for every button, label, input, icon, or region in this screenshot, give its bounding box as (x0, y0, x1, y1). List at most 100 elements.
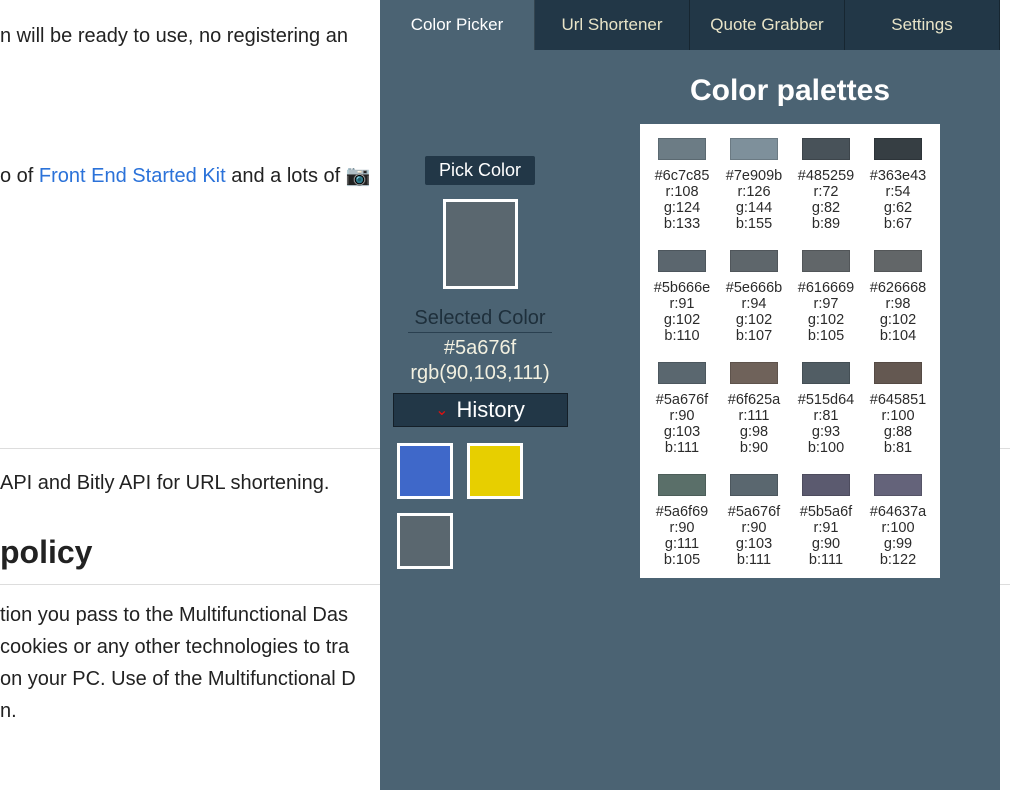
palette-r: r:90 (670, 408, 695, 424)
palette-b: b:111 (665, 440, 699, 456)
history-swatch[interactable] (397, 513, 453, 569)
palette-chip (802, 474, 850, 496)
palette-r: r:90 (670, 520, 695, 536)
palette-chip (658, 138, 706, 160)
palette-chip (874, 474, 922, 496)
palette-r: r:100 (881, 520, 914, 536)
palette-r: r:98 (886, 296, 911, 312)
palette-g: g:93 (812, 424, 840, 440)
palette-b: b:89 (812, 216, 840, 232)
palette-g: g:62 (884, 200, 912, 216)
palette-g: g:82 (812, 200, 840, 216)
pick-color-button[interactable]: Pick Color (425, 156, 535, 185)
palettes-grid: #6c7c85r:108g:124b:133#7e909br:126g:144b… (640, 124, 940, 578)
palette-chip (730, 138, 778, 160)
palette-cell[interactable]: #645851r:100g:88b:81 (864, 362, 932, 456)
palette-hex: #5e666b (726, 280, 782, 296)
palette-g: g:144 (736, 200, 772, 216)
palette-cell[interactable]: #5b666er:91g:102b:110 (648, 250, 716, 344)
palette-b: b:155 (736, 216, 772, 232)
palette-cell[interactable]: #363e43r:54g:62b:67 (864, 138, 932, 232)
palette-r: r:111 (739, 408, 770, 424)
palette-hex: #5b5a6f (800, 504, 852, 520)
panel-body: Pick Color Selected Color #5a676f rgb(90… (380, 50, 1000, 790)
palette-b: b:111 (737, 552, 771, 568)
palette-cell[interactable]: #5b5a6fr:91g:90b:111 (792, 474, 860, 568)
palette-g: g:102 (808, 312, 844, 328)
bg-text: o of (0, 165, 39, 187)
palette-cell[interactable]: #7e909br:126g:144b:155 (720, 138, 788, 232)
palette-cell[interactable]: #5a676fr:90g:103b:111 (648, 362, 716, 456)
camera-icon: 📷 (346, 165, 371, 187)
tab-url-shortener[interactable]: Url Shortener (535, 0, 690, 50)
palette-r: r:108 (665, 184, 698, 200)
palette-b: b:111 (809, 552, 843, 568)
palette-chip (874, 362, 922, 384)
palette-chip (874, 250, 922, 272)
palette-r: r:91 (670, 296, 695, 312)
palette-hex: #626668 (870, 280, 926, 296)
palette-g: g:111 (665, 536, 699, 552)
palette-hex: #616669 (798, 280, 854, 296)
palette-hex: #6c7c85 (655, 168, 710, 184)
tab-color-picker[interactable]: Color Picker (380, 0, 535, 50)
palettes-title: Color palettes (690, 74, 890, 108)
tabs-bar: Color Picker Url Shortener Quote Grabber… (380, 0, 1000, 50)
palette-g: g:98 (740, 424, 768, 440)
palette-b: b:67 (884, 216, 912, 232)
palette-cell[interactable]: #5a6f69r:90g:111b:105 (648, 474, 716, 568)
palette-chip (874, 138, 922, 160)
palette-b: b:133 (664, 216, 700, 232)
palette-g: g:102 (880, 312, 916, 328)
palette-chip (730, 362, 778, 384)
palette-g: g:124 (664, 200, 700, 216)
palette-b: b:90 (740, 440, 768, 456)
palette-hex: #7e909b (726, 168, 782, 184)
history-swatch[interactable] (467, 443, 523, 499)
palette-g: g:88 (884, 424, 912, 440)
palette-r: r:126 (737, 184, 770, 200)
palette-chip (658, 362, 706, 384)
palette-cell[interactable]: #485259r:72g:82b:89 (792, 138, 860, 232)
palette-b: b:110 (664, 328, 699, 344)
palette-cell[interactable]: #6f625ar:111g:98b:90 (720, 362, 788, 456)
palette-hex: #5a676f (728, 504, 780, 520)
history-swatches (393, 443, 568, 569)
bg-link-frontend-kit[interactable]: Front End Started Kit (39, 165, 226, 187)
palette-b: b:81 (884, 440, 912, 456)
palette-r: r:94 (742, 296, 767, 312)
tab-quote-grabber[interactable]: Quote Grabber (690, 0, 845, 50)
palette-hex: #64637a (870, 504, 926, 520)
palette-cell[interactable]: #6c7c85r:108g:124b:133 (648, 138, 716, 232)
tab-settings[interactable]: Settings (845, 0, 1000, 50)
palette-g: g:99 (884, 536, 912, 552)
selected-color-label: Selected Color (408, 307, 551, 333)
chevron-down-icon: ⌄ (435, 400, 448, 420)
palette-cell[interactable]: #515d64r:81g:93b:100 (792, 362, 860, 456)
palette-hex: #363e43 (870, 168, 926, 184)
selected-color-rgb: rgb(90,103,111) (410, 362, 549, 385)
right-column: Color palettes #6c7c85r:108g:124b:133#7e… (580, 50, 1000, 790)
palette-hex: #485259 (798, 168, 854, 184)
bg-text: and a lots of (226, 165, 346, 187)
palette-r: r:90 (742, 520, 767, 536)
palette-b: b:105 (664, 552, 700, 568)
palette-chip (802, 138, 850, 160)
palette-cell[interactable]: #626668r:98g:102b:104 (864, 250, 932, 344)
extension-panel: Color Picker Url Shortener Quote Grabber… (380, 0, 1000, 790)
palette-cell[interactable]: #5a676fr:90g:103b:111 (720, 474, 788, 568)
palette-hex: #515d64 (798, 392, 854, 408)
palette-r: r:97 (814, 296, 839, 312)
history-toggle[interactable]: ⌄ History (393, 393, 568, 427)
history-swatch[interactable] (397, 443, 453, 499)
palette-b: b:100 (808, 440, 844, 456)
palette-b: b:107 (736, 328, 772, 344)
palette-r: r:91 (814, 520, 839, 536)
palette-cell[interactable]: #5e666br:94g:102b:107 (720, 250, 788, 344)
palette-cell[interactable]: #616669r:97g:102b:105 (792, 250, 860, 344)
palette-cell[interactable]: #64637ar:100g:99b:122 (864, 474, 932, 568)
palette-hex: #5a6f69 (656, 504, 708, 520)
selected-color-hex: #5a676f (444, 337, 516, 360)
palette-r: r:100 (881, 408, 914, 424)
palette-chip (730, 250, 778, 272)
